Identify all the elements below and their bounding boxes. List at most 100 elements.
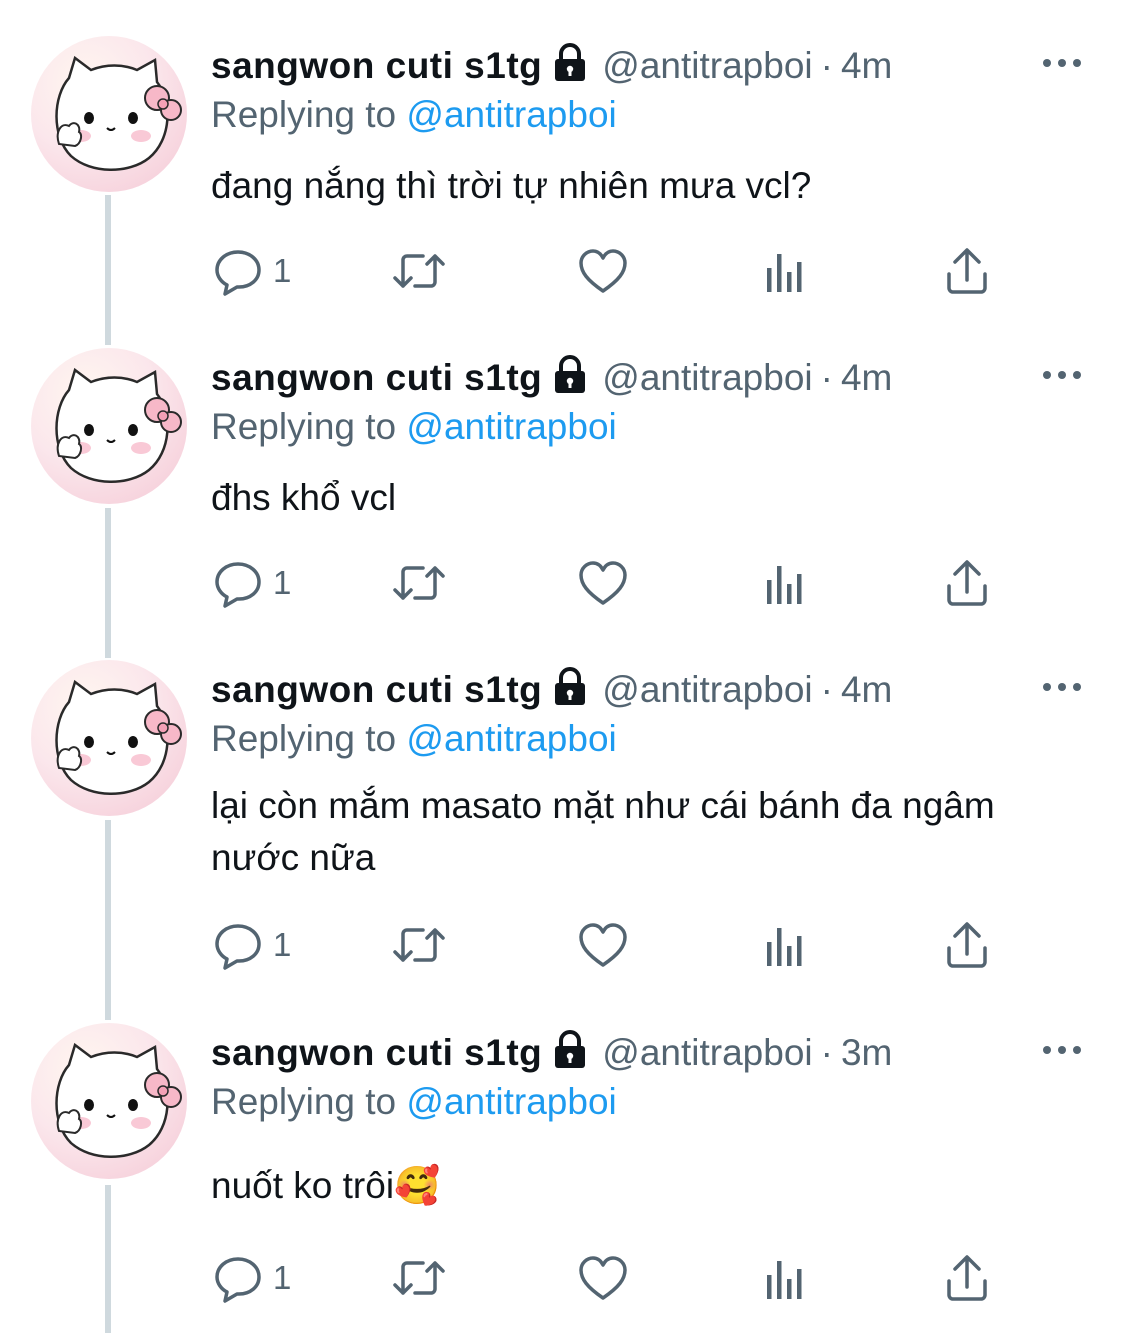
lock-icon <box>552 666 588 715</box>
hello-kitty-avatar-icon <box>55 55 182 171</box>
retweet-button[interactable] <box>391 1251 447 1305</box>
like-button[interactable] <box>577 918 629 972</box>
reply-button[interactable]: 1 <box>213 556 291 610</box>
share-button[interactable] <box>943 244 991 298</box>
tweet[interactable]: sangwon cuti s1tg @antitrapboi · 4m Repl… <box>0 36 1125 336</box>
display-name[interactable]: sangwon cuti s1tg <box>211 357 542 399</box>
timestamp[interactable]: 4m <box>841 669 892 711</box>
timestamp[interactable]: 4m <box>841 357 892 399</box>
mention-link[interactable]: @antitrapboi <box>406 94 616 135</box>
retweet-icon <box>391 1253 447 1303</box>
reply-count: 1 <box>273 1259 292 1296</box>
tweet-header: sangwon cuti s1tg @antitrapboi · 4m <box>211 348 892 408</box>
avatar[interactable] <box>31 36 187 192</box>
hello-kitty-avatar-icon <box>55 679 182 795</box>
avatar[interactable] <box>31 1023 187 1179</box>
action-bar: 1 <box>211 556 1011 610</box>
like-icon <box>577 920 629 970</box>
retweet-button[interactable] <box>391 556 447 610</box>
user-handle[interactable]: @antitrapboi <box>602 669 812 711</box>
like-icon <box>577 246 629 296</box>
tweet-text: lại còn mắm masato mặt như cái bánh đa n… <box>211 785 995 878</box>
lock-icon <box>552 1029 588 1078</box>
replying-to: Replying to @antitrapboi <box>211 94 617 136</box>
retweet-icon <box>391 558 447 608</box>
share-icon <box>943 246 991 296</box>
share-icon <box>943 558 991 608</box>
tweet-text: nuốt ko trôi🥰 <box>211 1165 441 1206</box>
tweet-header: sangwon cuti s1tg @antitrapboi · 3m <box>211 1023 892 1083</box>
replying-prefix: Replying to <box>211 1081 407 1122</box>
action-bar: 1 <box>211 1251 1011 1305</box>
like-icon <box>577 1253 629 1303</box>
avatar[interactable] <box>31 348 187 504</box>
more-icon[interactable] <box>1042 1043 1082 1062</box>
like-button[interactable] <box>577 244 629 298</box>
timestamp[interactable]: 4m <box>841 45 892 87</box>
reply-button[interactable]: 1 <box>213 918 291 972</box>
views-button[interactable] <box>763 556 807 610</box>
views-button[interactable] <box>763 244 807 298</box>
views-icon <box>763 920 807 970</box>
share-icon <box>943 920 991 970</box>
retweet-button[interactable] <box>391 244 447 298</box>
reply-icon <box>213 1253 263 1303</box>
display-name[interactable]: sangwon cuti s1tg <box>211 1032 542 1074</box>
retweet-icon <box>391 246 447 296</box>
views-button[interactable] <box>763 1251 807 1305</box>
retweet-button[interactable] <box>391 918 447 972</box>
reply-button[interactable]: 1 <box>213 1251 291 1305</box>
more-icon[interactable] <box>1042 56 1082 75</box>
action-bar: 1 <box>211 918 1011 972</box>
views-button[interactable] <box>763 918 807 972</box>
like-icon <box>577 558 629 608</box>
hello-kitty-avatar-icon <box>55 367 182 483</box>
separator-dot: · <box>820 669 833 710</box>
tweet-text: đhs khổ vcl <box>211 477 397 518</box>
user-handle[interactable]: @antitrapboi <box>602 1032 812 1074</box>
tweet-header: sangwon cuti s1tg @antitrapboi · 4m <box>211 36 892 96</box>
timestamp[interactable]: 3m <box>841 1032 892 1074</box>
replying-prefix: Replying to <box>211 718 407 759</box>
share-button[interactable] <box>943 556 991 610</box>
reply-count: 1 <box>273 564 292 601</box>
separator-dot: · <box>820 45 833 86</box>
replying-prefix: Replying to <box>211 406 407 447</box>
mention-link[interactable]: @antitrapboi <box>406 1081 616 1122</box>
display-name[interactable]: sangwon cuti s1tg <box>211 669 542 711</box>
separator-dot: · <box>820 1032 833 1073</box>
retweet-icon <box>391 920 447 970</box>
mention-link[interactable]: @antitrapboi <box>406 718 616 759</box>
tweet[interactable]: sangwon cuti s1tg @antitrapboi · 3m Repl… <box>0 1023 1125 1333</box>
replying-to: Replying to @antitrapboi <box>211 718 617 760</box>
share-button[interactable] <box>943 1251 991 1305</box>
replying-to: Replying to @antitrapboi <box>211 1081 617 1123</box>
user-handle[interactable]: @antitrapboi <box>602 45 812 87</box>
views-icon <box>763 246 807 296</box>
views-icon <box>763 1253 807 1303</box>
replying-prefix: Replying to <box>211 94 407 135</box>
reply-count: 1 <box>273 252 292 289</box>
more-icon[interactable] <box>1042 680 1082 699</box>
like-button[interactable] <box>577 556 629 610</box>
views-icon <box>763 558 807 608</box>
tweet-text: đang nắng thì trời tự nhiên mưa vcl? <box>211 165 812 206</box>
separator-dot: · <box>820 357 833 398</box>
tweet[interactable]: sangwon cuti s1tg @antitrapboi · 4m Repl… <box>0 348 1125 648</box>
action-bar: 1 <box>211 244 1011 298</box>
more-icon[interactable] <box>1042 368 1082 387</box>
reply-icon <box>213 558 263 608</box>
display-name[interactable]: sangwon cuti s1tg <box>211 45 542 87</box>
mention-link[interactable]: @antitrapboi <box>406 406 616 447</box>
reply-button[interactable]: 1 <box>213 244 291 298</box>
lock-icon <box>552 42 588 91</box>
share-button[interactable] <box>943 918 991 972</box>
tweet[interactable]: sangwon cuti s1tg @antitrapboi · 4m Repl… <box>0 660 1125 1000</box>
reply-count: 1 <box>273 926 292 963</box>
avatar[interactable] <box>31 660 187 816</box>
reply-icon <box>213 920 263 970</box>
user-handle[interactable]: @antitrapboi <box>602 357 812 399</box>
reply-icon <box>213 246 263 296</box>
hello-kitty-avatar-icon <box>55 1042 182 1158</box>
like-button[interactable] <box>577 1251 629 1305</box>
